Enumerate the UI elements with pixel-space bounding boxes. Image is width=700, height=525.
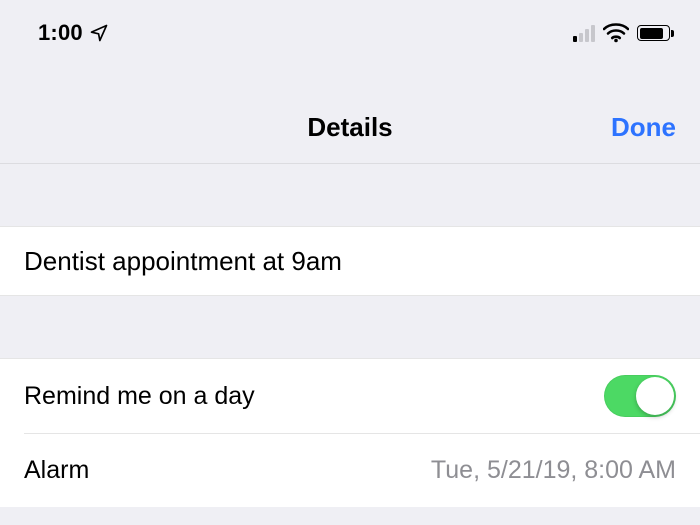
wifi-icon xyxy=(603,23,629,43)
status-bar: 1:00 xyxy=(0,0,700,56)
section-spacer xyxy=(0,296,700,358)
settings-group: Remind me on a day Alarm Tue, 5/21/19, 8… xyxy=(0,358,700,507)
alarm-value: Tue, 5/21/19, 8:00 AM xyxy=(431,456,676,485)
page-title: Details xyxy=(307,112,392,143)
remind-on-day-toggle[interactable] xyxy=(604,375,676,417)
remind-on-day-row: Remind me on a day xyxy=(0,359,700,433)
alarm-label: Alarm xyxy=(24,456,89,485)
reminder-title-input[interactable] xyxy=(24,246,676,277)
reminder-title-cell[interactable] xyxy=(0,226,700,296)
status-right xyxy=(573,23,674,43)
location-arrow-icon xyxy=(89,23,109,43)
nav-bar: Details Done xyxy=(0,56,700,164)
status-left: 1:00 xyxy=(38,20,109,46)
cell-signal-icon xyxy=(573,25,595,42)
section-spacer xyxy=(0,164,700,226)
alarm-row[interactable]: Alarm Tue, 5/21/19, 8:00 AM xyxy=(0,433,700,507)
done-button[interactable]: Done xyxy=(611,112,676,143)
status-time: 1:00 xyxy=(38,20,83,46)
battery-icon xyxy=(637,25,674,41)
remind-on-day-label: Remind me on a day xyxy=(24,382,255,411)
